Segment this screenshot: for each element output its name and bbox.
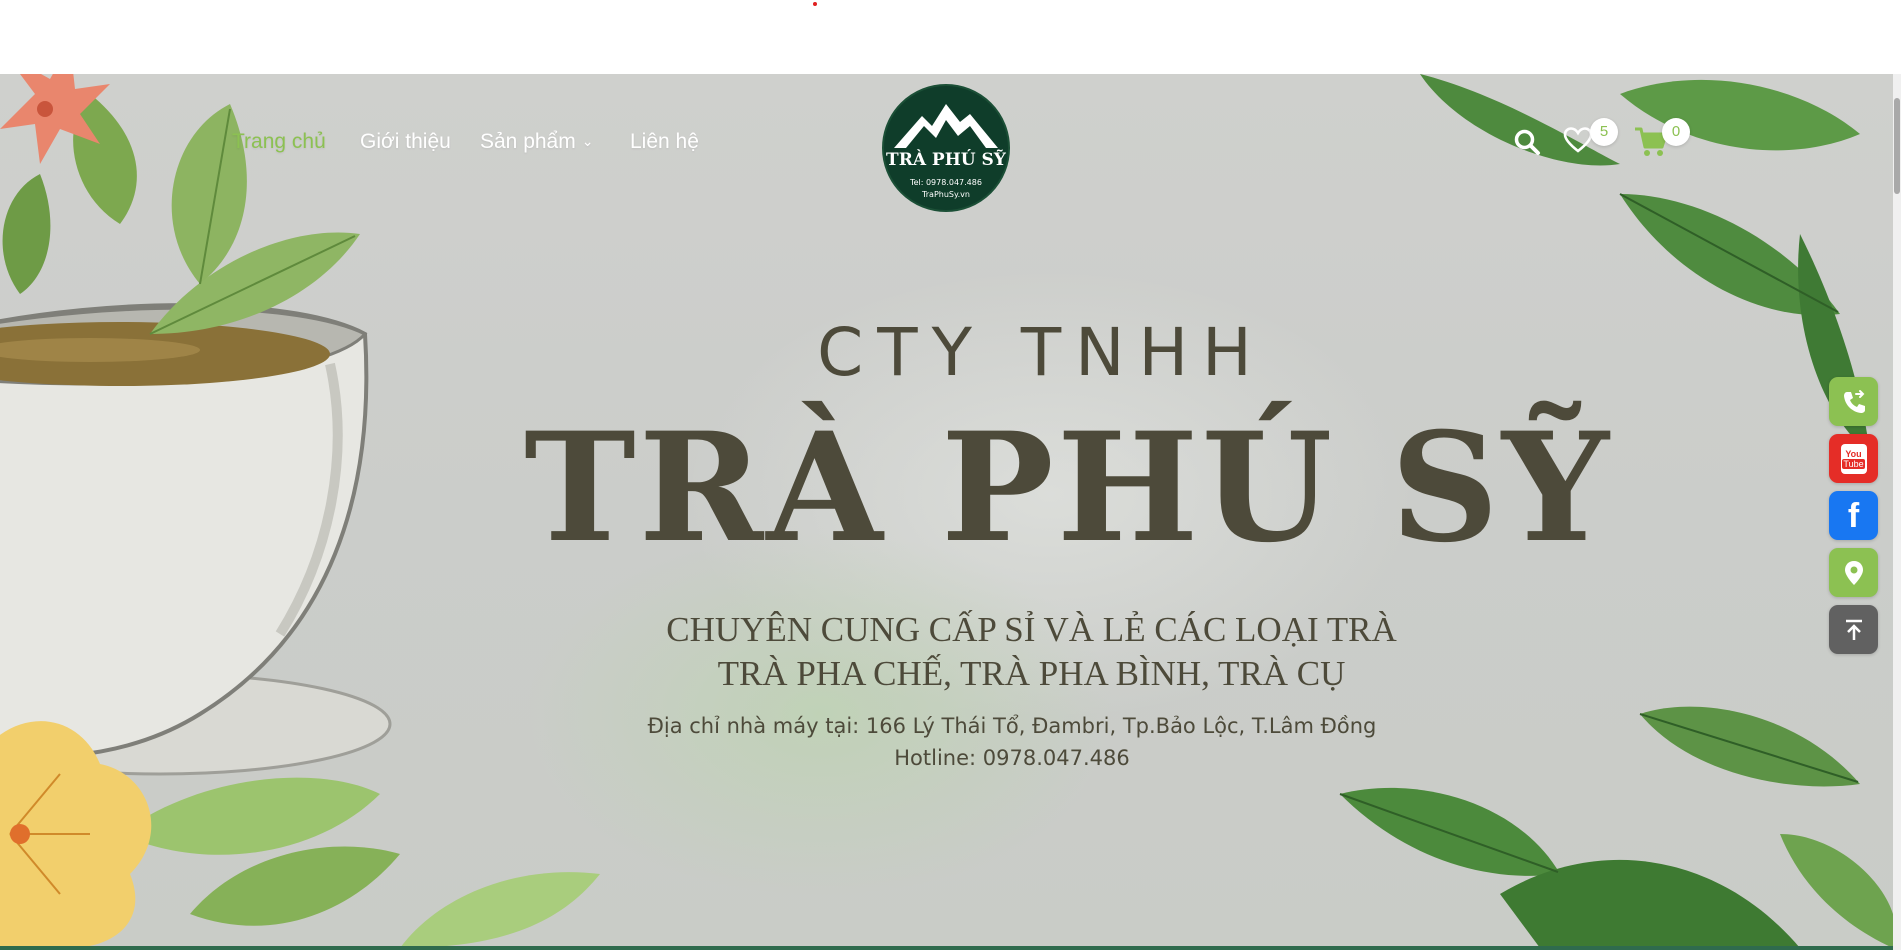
- nav-item-lien-he[interactable]: Liên hệ: [630, 130, 699, 154]
- hero-company-type: CTY TNHH: [817, 314, 1266, 391]
- youtube-icon: You Tube: [1840, 443, 1867, 474]
- nav-item-gioi-thieu[interactable]: Giới thiệu: [360, 130, 451, 154]
- main-navigation: Trang chủ Giới thiệu Sản phẩm ⌄ Liên hệ T…: [0, 74, 1893, 214]
- hero-tagline-1: CHUYÊN CUNG CẤP SỈ VÀ LẺ CÁC LOẠI TRÀ: [666, 610, 1397, 649]
- leaf-bl-3: [400, 872, 600, 948]
- nav-item-label: Sản phẩm: [480, 130, 576, 153]
- leaf-br-3: [1780, 834, 1893, 948]
- logo-phone: Tel: 0978.047.486: [910, 178, 982, 187]
- leaf-bl-2: [190, 846, 400, 926]
- top-white-bar: [0, 0, 1901, 74]
- map-pin-icon: [1844, 560, 1863, 585]
- page-scrollbar-thumb[interactable]: [1894, 98, 1900, 194]
- logo-website: TraPhuSy.vn: [922, 190, 970, 199]
- leaf-br-1: [1340, 787, 1560, 876]
- leaf-br-2: [1500, 859, 1800, 948]
- page-scrollbar[interactable]: [1893, 74, 1901, 950]
- top-red-dot: [813, 2, 817, 6]
- back-to-top-button[interactable]: [1829, 605, 1878, 654]
- hero-company-name: TRÀ PHÚ SỸ: [524, 400, 1612, 576]
- cart-count-badge: 0: [1662, 118, 1690, 146]
- hero-address: Địa chỉ nhà máy tại: 166 Lý Thái Tổ, Đam…: [647, 714, 1377, 738]
- wishlist-count-badge: 5: [1590, 118, 1618, 146]
- hero-banner: Trang chủ Giới thiệu Sản phẩm ⌄ Liên hệ T…: [0, 74, 1893, 948]
- youtube-text-bottom: Tube: [1842, 458, 1865, 469]
- youtube-button[interactable]: You Tube: [1829, 434, 1878, 483]
- logo-brand-name: TRÀ PHÚ SỸ: [886, 150, 1006, 170]
- phone-button[interactable]: [1829, 377, 1878, 426]
- youtube-text-top: You: [1845, 448, 1862, 459]
- phone-icon: [1843, 389, 1865, 413]
- site-logo[interactable]: TRÀ PHÚ SỸ Tel: 0978.047.486 TraPhuSy.vn: [882, 84, 1010, 212]
- nav-item-san-pham[interactable]: Sản phẩm ⌄: [480, 130, 593, 154]
- chevron-down-icon: ⌄: [581, 133, 594, 149]
- search-icon[interactable]: [1513, 128, 1541, 156]
- nav-item-trang-chu[interactable]: Trang chủ: [232, 130, 326, 154]
- hero-hotline: Hotline: 0978.047.486: [894, 746, 1130, 770]
- back-to-top-icon: [1845, 619, 1862, 640]
- heart-icon: [1563, 127, 1593, 153]
- hero-bottom-border: [0, 946, 1893, 950]
- map-button[interactable]: [1829, 548, 1878, 597]
- hero-tagline-2: TRÀ PHA CHẾ, TRÀ PHA BÌNH, TRÀ CỤ: [717, 654, 1346, 693]
- facebook-icon: f: [1847, 496, 1860, 535]
- leaf-bl-1: [120, 777, 380, 855]
- facebook-button[interactable]: f: [1829, 491, 1878, 540]
